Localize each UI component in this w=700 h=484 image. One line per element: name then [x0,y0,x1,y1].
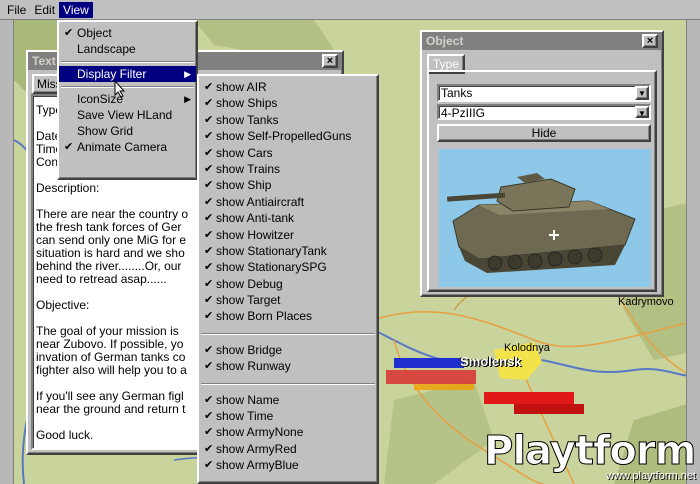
check-icon: ✔ [64,27,74,39]
filter-show-armynone[interactable]: ✔ show ArmyNone [199,424,377,440]
menu-item-show-grid[interactable]: Show Grid [59,123,196,139]
filter-show-air[interactable]: ✔ show AIR [199,79,377,95]
check-icon: ✔ [204,179,214,192]
filter-show-stationarytank[interactable]: ✔ show StationaryTank [199,243,377,259]
map-label-smolensk: Smolensk [460,354,522,369]
tank-model-image [446,173,636,273]
menu-item-display-filter[interactable]: Display Filter ▶ [59,66,196,82]
chevron-down-icon[interactable]: ▼ [635,106,649,118]
check-icon: ✔ [204,228,214,241]
menubar: File Edit View [0,0,700,20]
menu-item-landscape[interactable]: Landscape [59,41,196,57]
filter-show-tanks[interactable]: ✔ show Tanks [199,112,377,128]
view-menu: ✔ Object Landscape Display Filter ▶ Icon… [57,20,198,180]
map-label-kadrymovo: Kadrymovo [618,296,674,308]
check-icon: ✔ [204,277,214,290]
menu-item-animate-camera[interactable]: ✔ Animate Camera [59,139,196,155]
check-icon: ✔ [204,360,214,373]
filter-show-time[interactable]: ✔ show Time [199,408,377,424]
object-window: Object × Type Tanks ▼ 4-PzIIIG ▼ Hide [420,30,664,297]
hide-button[interactable]: Hide [437,124,651,142]
check-icon: ✔ [204,261,214,274]
menu-file[interactable]: File [3,2,30,18]
check-icon: ✔ [204,393,214,406]
check-icon: ✔ [204,459,214,472]
check-icon: ✔ [204,244,214,257]
map-label-kolodnya: Kolodnya [504,342,550,354]
check-icon: ✔ [204,113,214,126]
check-icon: ✔ [204,426,214,439]
objective-text: The goal of your mission is near Zubovo.… [36,324,187,377]
close-icon[interactable]: × [642,34,658,48]
filter-show-howitzer[interactable]: ✔ show Howitzer [199,227,377,243]
submenu-arrow-icon: ▶ [184,69,191,79]
watermark-logo: Playtform [483,428,696,475]
chevron-down-icon[interactable]: ▼ [635,86,649,100]
check-icon: ✔ [204,81,214,93]
right-scrollbar[interactable] [686,20,700,484]
tank-preview [439,149,651,287]
filter-show-spg[interactable]: ✔ show Self-PropelledGuns [199,128,377,144]
filter-show-debug[interactable]: ✔ show Debug [199,276,377,292]
filter-show-antitank[interactable]: ✔ show Anti-tank [199,210,377,226]
description-label: Description: [36,181,100,195]
filter-show-armyblue[interactable]: ✔ show ArmyBlue [199,457,377,473]
check-icon: ✔ [204,343,214,356]
menu-item-iconsize[interactable]: IconSize ▶ [59,91,196,107]
display-filter-menu: ✔ show AIR ✔ show Ships ✔ show Tanks ✔ show … [197,74,379,484]
check-icon: ✔ [204,442,214,455]
filter-show-born-places[interactable]: ✔ show Born Places [199,308,377,324]
closing-text: Good luck. [36,428,94,442]
watermark: Playtform www.playtform.net [480,428,700,484]
text-window-title: Text [32,54,56,68]
filter-show-trains[interactable]: ✔ show Trains [199,161,377,177]
check-icon: ✔ [204,162,214,175]
filter-show-target[interactable]: ✔ show Target [199,292,377,308]
mouse-cursor-icon [114,80,126,98]
menu-separator [199,375,377,392]
category-select[interactable]: Tanks ▼ [437,84,651,102]
filter-show-bridge[interactable]: ✔ show Bridge [199,342,377,358]
description-text: There are near the country o the fresh t… [36,207,189,286]
menu-separator [59,57,196,66]
model-select[interactable]: 4-PzIIIG ▼ [437,104,651,120]
filter-show-armyred[interactable]: ✔ show ArmyRed [199,441,377,457]
objective-label: Objective: [36,298,90,312]
close-icon[interactable]: × [322,54,338,68]
left-scrollbar[interactable] [0,20,14,484]
object-window-title: Object [426,34,464,48]
check-icon: ✔ [64,141,74,153]
filter-show-ships[interactable]: ✔ show Ships [199,95,377,111]
filter-show-stationaryspg[interactable]: ✔ show StationarySPG [199,259,377,275]
check-icon: ✔ [204,212,214,225]
menu-item-object[interactable]: ✔ Object [59,25,196,41]
menu-separator [199,325,377,342]
check-icon: ✔ [204,146,214,159]
menu-separator [59,82,196,91]
menu-view[interactable]: View [59,1,93,18]
submenu-arrow-icon: ▶ [184,94,191,104]
check-icon: ✔ [204,195,214,208]
check-icon: ✔ [204,97,214,110]
object-panel: Tanks ▼ 4-PzIIIG ▼ Hide [427,70,657,292]
filter-show-runway[interactable]: ✔ show Runway [199,358,377,374]
menu-edit[interactable]: Edit [30,2,59,18]
watermark-url: www.playtform.net [606,470,696,482]
filter-show-cars[interactable]: ✔ show Cars [199,145,377,161]
check-icon: ✔ [204,294,214,307]
menu-item-save-view[interactable]: Save View HLand [59,107,196,123]
extra-text: If you'll see any German figl near the g… [36,389,186,416]
check-icon: ✔ [204,310,214,323]
filter-show-antiaircraft[interactable]: ✔ show Antiaircraft [199,194,377,210]
check-icon: ✔ [204,410,214,423]
filter-show-ship[interactable]: ✔ show Ship [199,177,377,193]
check-icon: ✔ [204,130,214,143]
object-window-titlebar[interactable]: Object × [422,32,662,50]
filter-show-name[interactable]: ✔ show Name [199,392,377,408]
